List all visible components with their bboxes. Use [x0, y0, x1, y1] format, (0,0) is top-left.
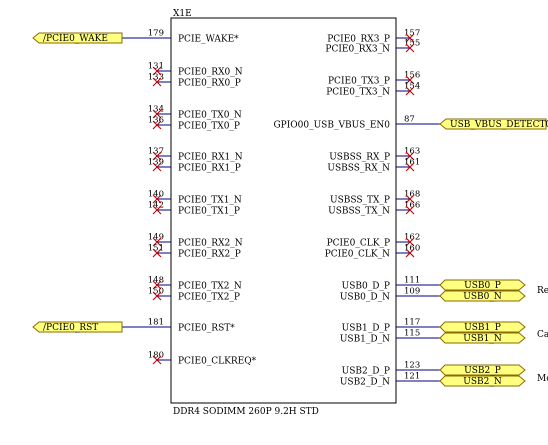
right-pin[interactable]: USB1_D_P 117 USB1_P: [342, 318, 526, 334]
left-pin[interactable]: PCIE_WAKE* 179/PCIE0_WAKE: [32, 29, 239, 45]
pin-name: USB1_D_N: [340, 335, 390, 345]
pin-number: 160: [404, 244, 420, 254]
pin-number: 155: [404, 39, 420, 49]
net-label-usb2n[interactable]: USB2_N: [439, 375, 526, 387]
net-label-pcie0rst-text: /PCIE0_RST: [43, 323, 98, 333]
pin-name: GPIO00_USB_VBUS_EN0: [273, 121, 390, 131]
pin-name: PCIE0_RX2_N: [178, 239, 243, 249]
pin-name: PCIE0_TX3_N: [326, 88, 390, 98]
pin-number: 163: [404, 147, 420, 157]
pin-name: PCIE0_TX0_N: [178, 111, 242, 121]
pin-name: PCIE0_RX3_P: [327, 35, 390, 45]
pin-name: USB0_D_N: [340, 293, 390, 303]
right-pins: PCIE0_RX3_P 157 PCIE0_RX3_N 155 PCIE0_TX3_P 1…: [273, 29, 548, 388]
pin-name: PCIE0_CLK_N: [325, 250, 390, 260]
left-pin[interactable]: PCIE0_CLKREQ*180: [148, 351, 257, 367]
pin-name: PCIE0_RX1_N: [178, 153, 243, 163]
pin-name: USB1_D_P: [342, 324, 390, 334]
pin-name: PCIE0_TX0_P: [178, 122, 240, 132]
net-label-usbvbusdetect0-text: USB_VBUS_DETECT0: [450, 120, 548, 130]
net-label-usb1n-text: USB1_N: [463, 334, 502, 344]
pin-name: PCIE0_RX2_P: [178, 250, 241, 260]
pin-name: USB0_D_P: [342, 282, 390, 292]
pin-number: 87: [404, 115, 415, 125]
pin-name: PCIE0_TX1_N: [178, 196, 242, 206]
pin-number: 161: [404, 158, 420, 168]
net-label-usb0n[interactable]: USB0_N: [439, 290, 526, 302]
pin-name: PCIE0_CLK_P: [327, 239, 390, 249]
pin-number: 179: [148, 29, 164, 39]
pin-number: 121: [404, 372, 420, 382]
cropped-notes: Re Ca Mo: [537, 286, 548, 384]
net-label-usb2n-text: USB2_N: [463, 377, 502, 387]
net-label-usb1p[interactable]: USB1_P: [439, 321, 526, 333]
net-label-usb2p-text: USB2_P: [464, 366, 501, 376]
left-pins: PCIE_WAKE*179/PCIE0_WAKEPCIE0_RX0_N131PC…: [32, 29, 257, 367]
pin-name: PCIE0_CLKREQ*: [178, 357, 257, 367]
pin-number: 109: [404, 287, 420, 297]
pin-name: USB2_D_P: [342, 367, 390, 377]
left-pin[interactable]: PCIE0_RST* 181/PCIE0_RST: [32, 318, 235, 334]
pin-name: PCIE0_RX1_P: [178, 164, 241, 174]
pin-name: USBSS_RX_P: [329, 153, 390, 163]
net-label-pcie0rst[interactable]: /PCIE0_RST: [32, 321, 123, 333]
pin-name: PCIE0_RST*: [178, 324, 235, 334]
right-pin[interactable]: USB2_D_P 123 USB2_P: [342, 361, 526, 377]
cropped-note: Mo: [537, 374, 548, 384]
pin-number: 168: [404, 190, 420, 200]
net-label-pcie0wake[interactable]: /PCIE0_WAKE: [32, 32, 123, 44]
pin-name: PCIE0_RX0_N: [178, 68, 243, 78]
pin-number: 181: [148, 318, 164, 328]
pin-name: USBSS_TX_N: [328, 207, 390, 217]
pin-name: PCIE_WAKE*: [178, 35, 239, 45]
pin-name: PCIE0_RX0_P: [178, 79, 241, 89]
net-label-usb1p-text: USB1_P: [464, 323, 501, 333]
pin-name: PCIE0_RX3_N: [325, 45, 390, 55]
pin-name: USBSS_RX_N: [327, 164, 390, 174]
net-label-usb0n-text: USB0_N: [463, 292, 502, 302]
pin-number: 115: [404, 329, 420, 339]
pin-name: PCIE0_TX2_P: [178, 293, 240, 303]
net-label-usb2p[interactable]: USB2_P: [439, 364, 526, 376]
net-label-pcie0wake-text: /PCIE0_WAKE: [43, 34, 108, 44]
right-pin[interactable]: GPIO00_USB_VBUS_EN0 87 USB_VBUS_DETECT0: [273, 115, 548, 131]
net-label-usb0p[interactable]: USB0_P: [439, 279, 526, 291]
net-label-usb1n[interactable]: USB1_N: [439, 332, 526, 344]
pin-number: 162: [404, 233, 420, 243]
pin-name: PCIE0_TX1_P: [178, 207, 240, 217]
pin-number: 166: [404, 201, 420, 211]
pin-name: PCIE0_TX2_N: [178, 282, 242, 292]
pin-number: 154: [404, 82, 420, 92]
pin-number: 156: [404, 71, 420, 81]
pin-number: 111: [404, 276, 420, 286]
net-label-usbvbusdetect0[interactable]: USB_VBUS_DETECT0: [439, 118, 548, 130]
pin-number: 157: [404, 29, 420, 39]
component-footprint: DDR4 SODIMM 260P 9.2H STD: [173, 407, 319, 417]
net-label-usb0p-text: USB0_P: [464, 281, 501, 291]
pin-name: USBSS_TX_P: [330, 196, 390, 206]
cropped-note: Ca: [537, 330, 548, 340]
schematic-sheet: X1E DDR4 SODIMM 260P 9.2H STD PCIE_WAKE*…: [32, 9, 548, 417]
right-pin[interactable]: USB0_D_P 111 USB0_P: [342, 276, 526, 292]
pin-number: 117: [404, 318, 420, 328]
pin-name: PCIE0_TX3_P: [328, 77, 390, 87]
pin-name: USB2_D_N: [340, 378, 390, 388]
pin-number: 123: [404, 361, 420, 371]
component-refdes: X1E: [173, 9, 192, 19]
cropped-note: Re: [537, 286, 548, 296]
